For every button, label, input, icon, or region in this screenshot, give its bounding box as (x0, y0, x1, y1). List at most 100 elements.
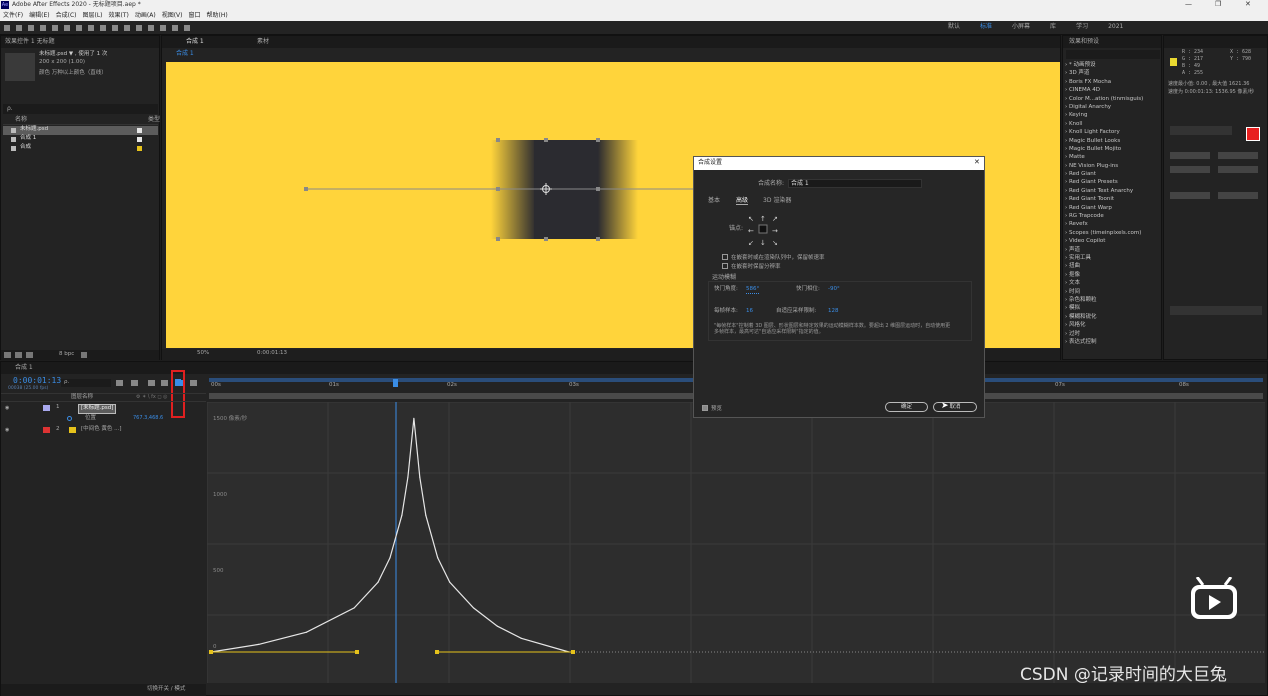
preview-checkbox[interactable]: 预览 (702, 404, 722, 413)
layer-row-2[interactable]: ◉ 2 [中间色 黄色 ...] (1, 425, 206, 435)
menu-item[interactable]: 文件(F) (3, 12, 23, 19)
close-window-button[interactable]: ✕ (1245, 1, 1251, 8)
menu-item[interactable]: 图层(L) (83, 12, 103, 19)
workspace-switcher[interactable]: 默认 标准 小屏幕 库 学习 2021 (948, 24, 1143, 30)
effect-category[interactable]: › Magic Bullet Mojito (1065, 145, 1161, 153)
workspace-item[interactable]: 2021 (1108, 23, 1123, 30)
menu-item[interactable]: 视图(V) (162, 12, 183, 19)
zoom-select[interactable]: 50% (197, 350, 209, 357)
menu-item[interactable]: 编辑(E) (29, 12, 49, 19)
layer-color-label[interactable] (43, 427, 50, 433)
samples-value[interactable]: 16 (746, 308, 753, 315)
timeline-tab[interactable]: 合成 1 (15, 365, 33, 371)
bpc-toggle[interactable]: 8 bpc (59, 351, 74, 358)
property-value[interactable]: 767.3,468.6 (133, 416, 163, 421)
workspace-item[interactable]: 默认 (948, 23, 960, 30)
interpret-footage-icon[interactable] (4, 352, 11, 358)
effect-category[interactable]: › 模糊和锐化 (1065, 313, 1161, 321)
graph-editor[interactable]: 1500 像素/秒 1000 500 0 (206, 401, 1265, 683)
col-name[interactable]: 名称 (15, 117, 27, 123)
keyframe-handle[interactable] (571, 650, 575, 654)
effect-category[interactable]: › CINEMA 4D (1065, 86, 1161, 94)
workspace-item[interactable]: 标准 (980, 23, 992, 30)
layer-name[interactable]: [中间色 黄色 ...] (81, 426, 122, 433)
effect-category[interactable]: › 杂色和颗粒 (1065, 296, 1161, 304)
keyframe-handle[interactable] (355, 650, 359, 654)
preserve-framerate-checkbox[interactable]: 在嵌套时或在渲染队列中，保留帧速率 (722, 253, 825, 262)
new-folder-icon[interactable] (15, 352, 22, 358)
new-comp-icon[interactable] (26, 352, 33, 358)
project-item[interactable]: 合成 1 (3, 135, 158, 144)
effect-category[interactable]: › Digital Anarchy (1065, 103, 1161, 111)
menu-item[interactable]: 效果(T) (109, 12, 129, 19)
effect-category[interactable]: › Boris FX Mocha (1065, 78, 1161, 86)
label-color[interactable] (137, 137, 142, 142)
layer-color-label[interactable] (43, 405, 50, 411)
speed-graph[interactable]: 1500 像素/秒 1000 500 0 (206, 401, 1265, 683)
effect-category[interactable]: › Keying (1065, 111, 1161, 119)
dialog-close-button[interactable]: ✕ (974, 159, 980, 166)
character-controls[interactable] (1170, 152, 1262, 212)
effect-category[interactable]: › Knoll Light Factory (1065, 128, 1161, 136)
effect-category[interactable]: › Matte (1065, 153, 1161, 161)
menu-item[interactable]: 动画(A) (135, 12, 156, 19)
effect-category[interactable]: › Video Copilot (1065, 237, 1161, 245)
cancel-button[interactable]: 取消 (933, 402, 977, 412)
layer-row-1[interactable]: ◉ 1 [未标题.psd] (1, 403, 206, 414)
playhead-marker[interactable] (393, 379, 398, 387)
stopwatch-icon[interactable] (67, 416, 72, 421)
label-color[interactable] (137, 128, 142, 133)
effect-category[interactable]: › Magic Bullet Looks (1065, 137, 1161, 145)
effect-category[interactable]: › Red Giant Text Anarchy (1065, 187, 1161, 195)
effect-category[interactable]: › Red Giant Presets (1065, 178, 1161, 186)
minimize-button[interactable]: — (1185, 1, 1192, 8)
effect-category[interactable]: › Scopes (timeinpixels.com) (1065, 229, 1161, 237)
keyframe-handle[interactable] (209, 650, 213, 654)
effect-category[interactable]: › 实用工具 (1065, 254, 1161, 262)
visibility-icon[interactable]: ◉ (5, 427, 9, 433)
project-item[interactable]: 合成 (3, 144, 158, 153)
layer-property-row[interactable]: 位置 767.3,468.6 (1, 414, 206, 424)
effect-category[interactable]: › 抠像 (1065, 271, 1161, 279)
maximize-button[interactable]: ❐ (1215, 1, 1221, 8)
effect-category[interactable]: › * 动画预设 (1065, 61, 1161, 69)
effect-category[interactable]: › Red Giant (1065, 170, 1161, 178)
menu-item[interactable]: 窗口 (188, 12, 200, 19)
comp-tab[interactable]: 合成 1 (186, 39, 204, 45)
project-item[interactable]: 未标题.psd (3, 126, 158, 135)
keyframe-handle[interactable] (435, 650, 439, 654)
effect-category[interactable]: › 时间 (1065, 288, 1161, 296)
effect-category[interactable]: › RG Trapcode (1065, 212, 1161, 220)
menu-item[interactable]: 帮助(H) (207, 12, 228, 19)
ok-button[interactable]: 确定 (885, 402, 928, 412)
shutter-phase-value[interactable]: -90° (828, 286, 840, 293)
current-time[interactable]: 0:00:01:13 (13, 377, 61, 385)
project-tab[interactable]: 效果控件 1 无标题 (5, 39, 55, 45)
effect-category[interactable]: › 模拟 (1065, 304, 1161, 312)
adaptive-value[interactable]: 128 (828, 308, 839, 315)
effect-category[interactable]: › 文本 (1065, 279, 1161, 287)
tab-basic[interactable]: 基本 (708, 198, 720, 204)
toggle-switches-modes[interactable]: 切换开关 / 模式 (147, 686, 185, 693)
visibility-icon[interactable]: ◉ (5, 405, 9, 411)
tab-advanced[interactable]: 高级 (736, 198, 749, 205)
effect-category[interactable]: › NE Vision Plug-ins (1065, 162, 1161, 170)
speed-curve[interactable] (210, 418, 570, 653)
effect-category[interactable]: › 过时 (1065, 330, 1161, 338)
preserve-resolution-checkbox[interactable]: 在嵌套时保留分辨率 (722, 262, 781, 271)
effect-category[interactable]: › Revefx (1065, 220, 1161, 228)
anchor-grid[interactable]: ↖ ↑ ↗ ← → ↙ ↓ ↘ (747, 213, 781, 247)
tool-icons[interactable] (4, 24, 224, 32)
shutter-angle-value[interactable]: 586° (746, 286, 760, 294)
project-search[interactable]: ρ. (3, 104, 158, 114)
workspace-item[interactable]: 学习 (1076, 23, 1088, 30)
effects-tab[interactable]: 效果和预设 (1069, 39, 1099, 45)
footage-tab[interactable]: 素材 (257, 39, 269, 45)
timeline-search[interactable]: ρ. (61, 379, 111, 387)
effect-category[interactable]: › Color M...ation (tinmisguis) (1065, 95, 1161, 103)
timeline-switches[interactable] (114, 378, 204, 388)
effect-category[interactable]: › 风格化 (1065, 321, 1161, 329)
col-layer-name[interactable]: 图层名称 (71, 394, 93, 401)
comp-name-input[interactable]: 合成 1 (788, 179, 922, 188)
comp-breadcrumb[interactable]: 合成 1 (176, 51, 194, 57)
